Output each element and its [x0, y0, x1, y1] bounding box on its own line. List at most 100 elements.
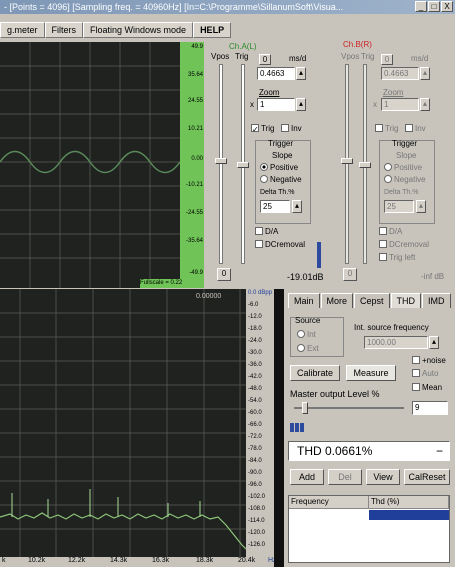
inv-checkbox[interactable]: Inv: [405, 124, 426, 133]
trig-checkbox-label: Trig: [385, 124, 399, 133]
vpos-zero-button[interactable]: 0: [217, 268, 231, 281]
menu-help[interactable]: HELP: [193, 22, 232, 38]
dcremoval-checkbox-box[interactable]: [255, 240, 263, 248]
trig-level-slider-thumb[interactable]: [359, 162, 371, 168]
thd-minus-button[interactable]: −: [436, 442, 443, 460]
inv-checkbox-box[interactable]: [281, 124, 289, 132]
tab-imd[interactable]: IMD: [422, 293, 451, 308]
table-row-selected[interactable]: [369, 510, 449, 520]
auto-checkbox[interactable]: Auto: [412, 369, 438, 378]
vpos-slider-thumb[interactable]: [215, 158, 227, 164]
panel-divider: [274, 289, 284, 567]
master-level-slider[interactable]: [294, 407, 404, 409]
zoom-spin-button[interactable]: ▴: [296, 98, 306, 111]
negative-radio-dot[interactable]: [260, 175, 268, 183]
dcremoval-checkbox[interactable]: DCremoval: [379, 240, 429, 249]
inv-checkbox[interactable]: Inv: [281, 124, 302, 133]
slope-negative-radio[interactable]: Negative: [260, 175, 302, 184]
frequency-spin-button[interactable]: ▴: [429, 336, 439, 349]
positive-radio-dot[interactable]: [384, 163, 392, 171]
ms-zero-button[interactable]: 0: [381, 54, 393, 65]
scale-label: -35.64: [185, 238, 203, 244]
y-label: -24.0: [248, 338, 262, 344]
calibrate-button[interactable]: Calibrate: [290, 365, 340, 381]
ext-radio-dot[interactable]: [297, 344, 305, 352]
master-level-slider-thumb[interactable]: [302, 402, 308, 414]
zoom-input[interactable]: 1: [257, 98, 295, 111]
dcremoval-checkbox[interactable]: DCremoval: [255, 240, 305, 249]
vpos-zero-button[interactable]: 0: [343, 268, 357, 281]
master-level-input[interactable]: 9: [412, 401, 448, 415]
trig-checkbox[interactable]: ✓ Trig: [251, 124, 274, 134]
auto-checkbox-box[interactable]: [412, 369, 420, 377]
da-checkbox-box[interactable]: [255, 227, 263, 235]
view-button[interactable]: View: [366, 469, 400, 485]
mean-checkbox[interactable]: Mean: [412, 383, 442, 392]
delta-th-input[interactable]: 25: [384, 200, 414, 213]
oscilloscope-grid: [0, 42, 181, 288]
da-checkbox-box[interactable]: [379, 227, 387, 235]
source-int-radio[interactable]: Int: [297, 330, 316, 339]
ms-spin-button[interactable]: ▴: [420, 67, 430, 80]
vpos-slider-thumb[interactable]: [341, 158, 353, 164]
int-source-frequency-input[interactable]: 1000.00: [364, 336, 428, 349]
column-thd[interactable]: Thd (%): [369, 496, 449, 509]
negative-radio-dot[interactable]: [384, 175, 392, 183]
inv-checkbox-box[interactable]: [405, 124, 413, 132]
ms-per-div-input[interactable]: 0.4663: [257, 67, 295, 80]
dcremoval-checkbox-box[interactable]: [379, 240, 387, 248]
int-radio-dot[interactable]: [297, 330, 305, 338]
tab-thd[interactable]: THD: [390, 293, 422, 308]
trig-left-checkbox[interactable]: Trig left: [379, 253, 415, 262]
noise-checkbox-box[interactable]: [412, 356, 420, 364]
dcremoval-label: DCremoval: [389, 240, 430, 249]
noise-checkbox[interactable]: +noise: [412, 356, 446, 365]
menu-gmeter[interactable]: g.meter: [0, 22, 45, 38]
del-button[interactable]: Del: [328, 469, 362, 485]
positive-radio-dot[interactable]: [260, 163, 268, 171]
mean-checkbox-box[interactable]: [412, 383, 420, 391]
ms-per-div-label: ms/d: [411, 54, 429, 63]
tab-main[interactable]: Main: [288, 293, 320, 308]
trig-level-slider-thumb[interactable]: [237, 162, 249, 168]
ms-per-div-input[interactable]: 0.4663: [381, 67, 419, 80]
delta-spin-button[interactable]: ▴: [416, 200, 426, 213]
tab-more[interactable]: More: [320, 293, 354, 308]
calreset-button[interactable]: CalReset: [404, 469, 450, 485]
delta-th-input[interactable]: 25: [260, 200, 290, 213]
scale-label: 49.9: [191, 44, 203, 50]
da-checkbox[interactable]: D/A: [379, 227, 402, 236]
fullscale-label: Fullscale = 0.22: [140, 279, 204, 288]
close-button[interactable]: X: [441, 1, 453, 12]
vpos-slider[interactable]: [345, 64, 349, 264]
trig-checkbox-box[interactable]: ✓: [251, 124, 259, 134]
ms-spin-button[interactable]: ▴: [296, 67, 306, 80]
x-label: 18.3k: [196, 557, 214, 564]
da-checkbox[interactable]: D/A: [255, 227, 278, 236]
slope-positive-radio[interactable]: Positive: [384, 163, 422, 172]
zoom-input[interactable]: 1: [381, 98, 419, 111]
measure-button[interactable]: Measure: [346, 365, 396, 381]
slope-negative-radio[interactable]: Negative: [384, 175, 426, 184]
add-button[interactable]: Add: [290, 469, 324, 485]
trig-checkbox[interactable]: Trig: [375, 124, 398, 133]
da-label: D/A: [389, 227, 403, 236]
menu-filters[interactable]: Filters: [44, 22, 84, 38]
da-label: D/A: [265, 227, 279, 236]
progress-segment: [290, 423, 294, 432]
trig-checkbox-box[interactable]: [375, 124, 383, 132]
delta-spin-button[interactable]: ▴: [292, 200, 302, 213]
y-label: -60.0: [248, 410, 262, 416]
column-frequency[interactable]: Frequency: [289, 496, 369, 509]
source-ext-radio[interactable]: Ext: [297, 344, 319, 353]
maximize-button[interactable]: □: [428, 1, 440, 12]
menu-floating-windows[interactable]: Floating Windows mode: [83, 22, 194, 38]
vpos-slider[interactable]: [219, 64, 223, 264]
inv-checkbox-label: Inv: [291, 124, 302, 133]
ms-zero-button[interactable]: 0: [259, 54, 271, 65]
slope-positive-radio[interactable]: Positive: [260, 163, 298, 172]
tab-cepst[interactable]: Cepst: [354, 293, 390, 308]
zoom-spin-button[interactable]: ▴: [420, 98, 430, 111]
minimize-button[interactable]: _: [415, 1, 427, 12]
trig-left-checkbox-box[interactable]: [379, 253, 387, 261]
